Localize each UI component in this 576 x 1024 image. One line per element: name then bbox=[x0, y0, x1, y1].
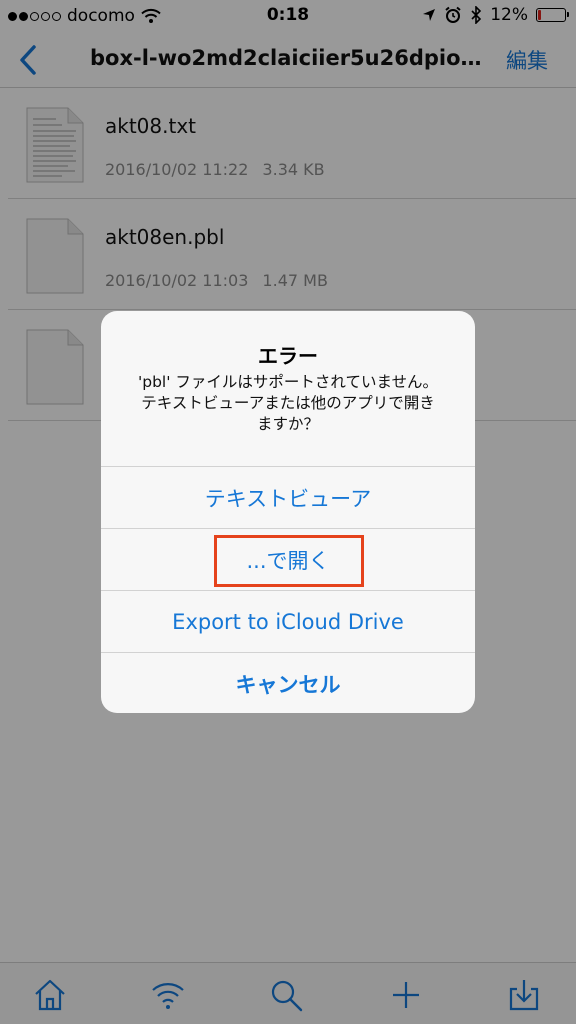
text-viewer-button[interactable]: テキストビューア bbox=[101, 466, 475, 528]
export-icloud-button[interactable]: Export to iCloud Drive bbox=[101, 590, 475, 652]
screen: docomo 0:18 12% box-l-wo2md2claiciier5u2… bbox=[0, 0, 576, 1024]
cancel-button[interactable]: キャンセル bbox=[101, 652, 475, 713]
error-alert: エラー 'pbl' ファイルはサポートされていません。 テキストビューアまたは他… bbox=[101, 311, 475, 713]
alert-title: エラー bbox=[258, 344, 318, 368]
highlight-box bbox=[214, 535, 364, 587]
open-in-button[interactable]: ...で開く bbox=[101, 528, 475, 590]
alert-message: 'pbl' ファイルはサポートされていません。 テキストビューアまたは他のアプリ… bbox=[137, 373, 438, 433]
